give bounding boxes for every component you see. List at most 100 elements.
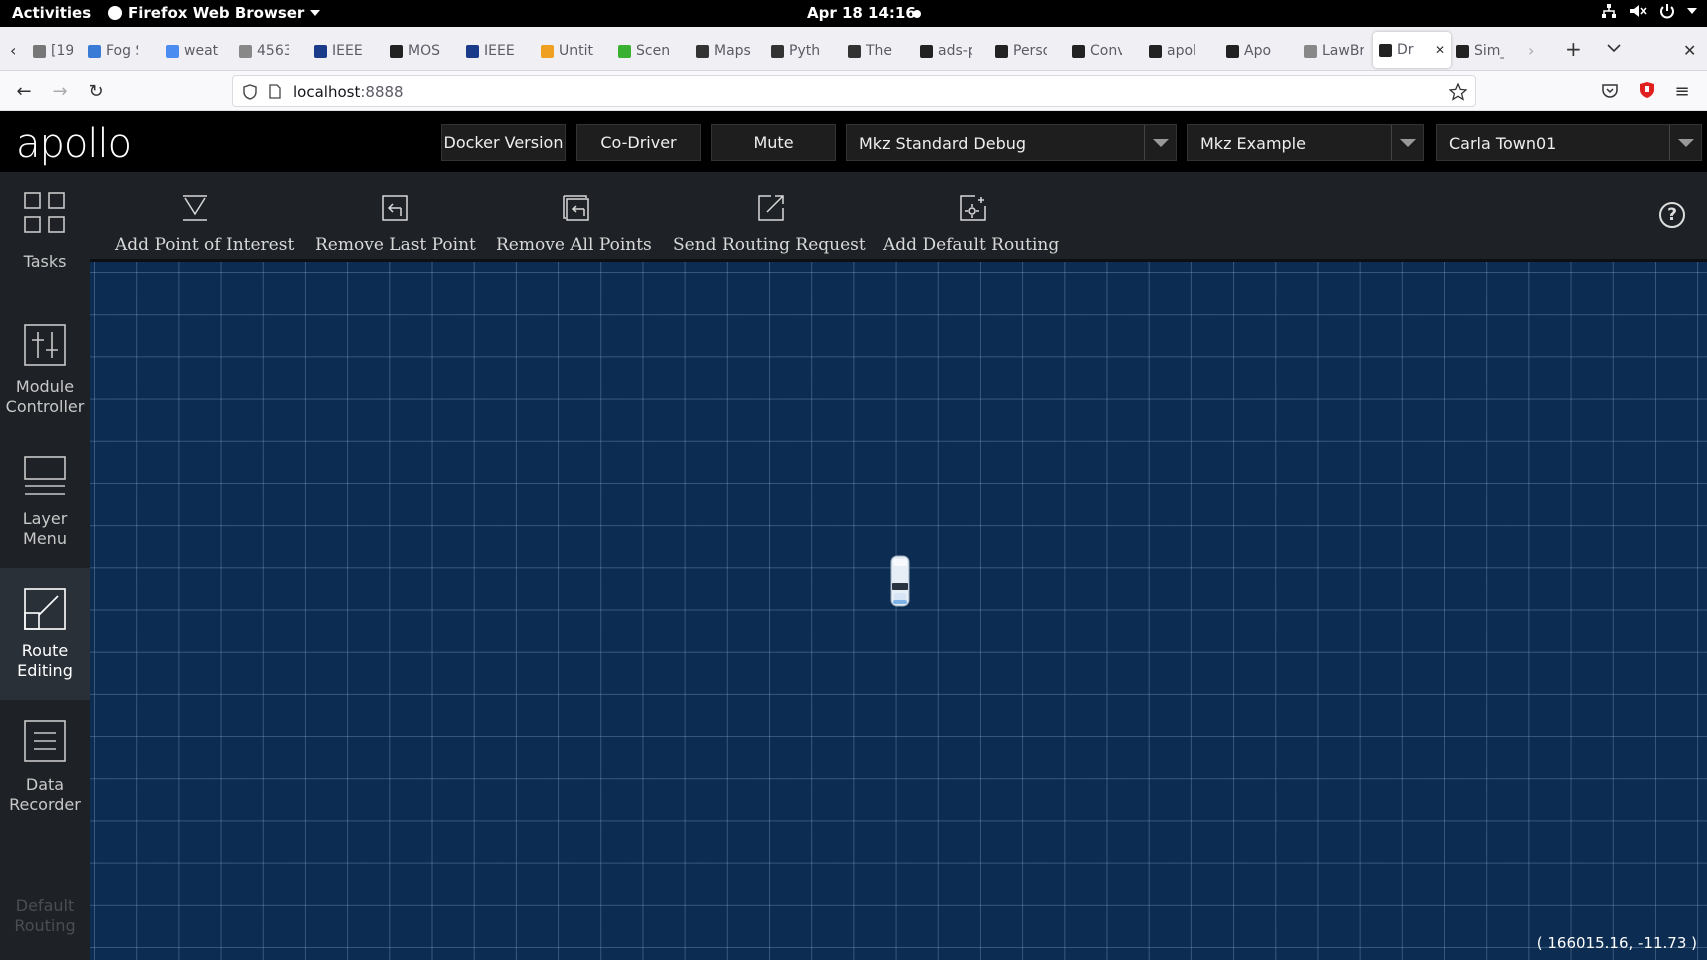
hamburger-menu-icon[interactable]: ≡ <box>1670 79 1694 103</box>
close-tab-icon[interactable]: ✕ <box>1435 43 1445 57</box>
add-poi-label: Add Point of Interest <box>115 235 295 255</box>
sidebar-label-module-controller: Module Controller <box>5 377 85 416</box>
tab-label: The I <box>866 43 893 59</box>
tab-scroll-right-icon[interactable]: › <box>1528 41 1534 60</box>
add-default-routing-icon <box>960 195 986 221</box>
sidebar-item-data-recorder[interactable]: Data Recorder <box>0 700 90 832</box>
bookmark-star-icon[interactable] <box>1449 83 1467 101</box>
ego-vehicle-icon <box>890 555 910 607</box>
co-driver-button[interactable]: Co-Driver <box>576 124 701 161</box>
tab-label: Dr <box>1397 42 1414 58</box>
browser-tab[interactable]: Untit <box>541 35 597 67</box>
tab-favicon-icon <box>995 44 1008 58</box>
browser-tab[interactable]: Apol <box>1226 35 1271 67</box>
sidebar-label-route-editing: Route Editing <box>17 641 73 680</box>
sidebar-label-tasks: Tasks <box>23 252 67 271</box>
mode-select-value: Mkz Standard Debug <box>859 134 1027 153</box>
sidebar-label-default-routing: Default Routing <box>14 896 76 935</box>
pocket-icon[interactable] <box>1602 83 1618 98</box>
side-nav: Tasks Module Controller Layer Menu Route… <box>0 172 90 960</box>
system-tray[interactable] <box>1601 3 1697 19</box>
remove-last-label: Remove Last Point <box>315 235 476 255</box>
tab-scroll-left-icon[interactable]: ‹ <box>10 41 16 60</box>
sidebar-item-tasks[interactable]: Tasks <box>0 172 90 304</box>
browser-tab[interactable]: Maps <box>696 35 751 67</box>
browser-tab[interactable]: Sim_ <box>1456 35 1504 67</box>
notification-dot <box>913 10 921 18</box>
url-bar[interactable]: localhost:8888 <box>232 75 1476 107</box>
power-icon <box>1660 4 1674 19</box>
url-text: localhost:8888 <box>293 83 404 101</box>
sidebar-item-default-routing[interactable]: Default Routing <box>0 880 90 960</box>
tab-favicon-icon <box>88 44 101 58</box>
browser-tab[interactable]: LawBrea <box>1304 35 1364 67</box>
map-select-value: Carla Town01 <box>1449 134 1557 153</box>
browser-tab[interactable]: [190 <box>33 35 73 67</box>
map-select[interactable]: Carla Town01 <box>1436 124 1702 161</box>
send-routing-label: Send Routing Request <box>673 235 866 255</box>
browser-tab[interactable]: Fog S <box>88 35 138 67</box>
browser-tab[interactable]: weat <box>166 35 221 67</box>
map-canvas[interactable]: ( 166015.16, -11.73 ) <box>90 262 1707 960</box>
close-window-icon[interactable]: ✕ <box>1683 41 1696 60</box>
tab-favicon-icon <box>771 44 784 58</box>
browser-tab[interactable]: MOS <box>390 35 440 67</box>
tab-label: Perso <box>1013 43 1047 59</box>
remove-all-icon <box>563 195 589 221</box>
apollo-logo: apollo <box>16 121 132 167</box>
browser-tab[interactable]: The I <box>848 35 893 67</box>
activities-button[interactable]: Activities <box>12 4 91 22</box>
sidebar-item-module-controller[interactable]: Module Controller <box>0 304 90 436</box>
tab-label: weat <box>184 43 219 59</box>
browser-tab[interactable]: IEEE <box>466 35 518 67</box>
send-routing-request-button[interactable]: Send Routing Request <box>673 172 869 262</box>
browser-tab[interactable]: Pytho <box>771 35 821 67</box>
tab-label: Fog S <box>106 43 138 59</box>
app-menu[interactable]: Firefox Web Browser <box>108 4 321 22</box>
network-icon <box>1602 4 1616 18</box>
mode-select[interactable]: Mkz Standard Debug <box>846 124 1177 161</box>
browser-tab[interactable]: apoll <box>1149 35 1195 67</box>
browser-tab[interactable]: IEEE <box>314 35 366 67</box>
browser-tab[interactable]: Conv <box>1072 35 1122 67</box>
browser-nav-bar: ← → ↻ localhost:8888 ≡ <box>0 71 1707 111</box>
tab-label: ads-p <box>938 43 972 59</box>
tab-favicon-icon <box>1149 44 1162 58</box>
remove-all-points-button[interactable]: Remove All Points <box>496 172 656 262</box>
sidebar-item-route-editing[interactable]: Route Editing <box>0 568 90 700</box>
reload-icon[interactable]: ↻ <box>84 79 108 103</box>
app-name: Firefox Web Browser <box>128 4 305 22</box>
mute-button[interactable]: Mute <box>711 124 836 161</box>
volume-muted-icon <box>1630 5 1647 17</box>
tab-favicon-icon <box>696 44 709 58</box>
remove-last-point-button[interactable]: Remove Last Point <box>315 172 476 262</box>
new-tab-button[interactable]: + <box>1565 37 1582 61</box>
help-icon[interactable]: ? <box>1659 202 1685 228</box>
shield-icon <box>243 84 257 100</box>
remove-all-label: Remove All Points <box>496 235 652 255</box>
browser-tab-strip: ‹ [190 Fog S weat 456302 IEEE MOS IEEE Untit Sce… <box>0 27 1707 71</box>
back-arrow-icon[interactable]: ← <box>12 79 36 103</box>
apollo-header: apollo Docker Version Co-Driver Mute Mkz… <box>0 111 1707 172</box>
browser-tab[interactable]: Dr ✕ <box>1373 32 1451 68</box>
browser-tab[interactable]: Perso <box>995 35 1047 67</box>
forward-arrow-icon[interactable]: → <box>48 79 72 103</box>
tab-label: Conv <box>1090 43 1122 59</box>
add-default-routing-button[interactable]: Add Default Routing <box>883 172 1063 262</box>
sidebar-item-layer-menu[interactable]: Layer Menu <box>0 436 90 568</box>
browser-tab[interactable]: ads-p <box>920 35 972 67</box>
tab-favicon-icon <box>390 44 403 58</box>
list-all-tabs-icon[interactable] <box>1607 44 1621 53</box>
tasks-grid-icon <box>24 192 65 233</box>
browser-tab[interactable]: 456302 <box>239 35 289 67</box>
ublock-shield-icon[interactable] <box>1639 81 1655 99</box>
firefox-icon <box>108 6 122 20</box>
clock[interactable]: Apr 18 14:16 <box>807 4 916 22</box>
data-recorder-icon <box>24 720 66 762</box>
browser-tab[interactable]: Scen <box>618 35 673 67</box>
add-point-of-interest-button[interactable]: Add Point of Interest <box>115 172 294 262</box>
docker-version-button[interactable]: Docker Version <box>441 124 566 161</box>
vehicle-select[interactable]: Mkz Example <box>1187 124 1424 161</box>
tab-favicon-icon <box>314 44 327 58</box>
sidebar-label-data-recorder: Data Recorder <box>9 775 81 814</box>
